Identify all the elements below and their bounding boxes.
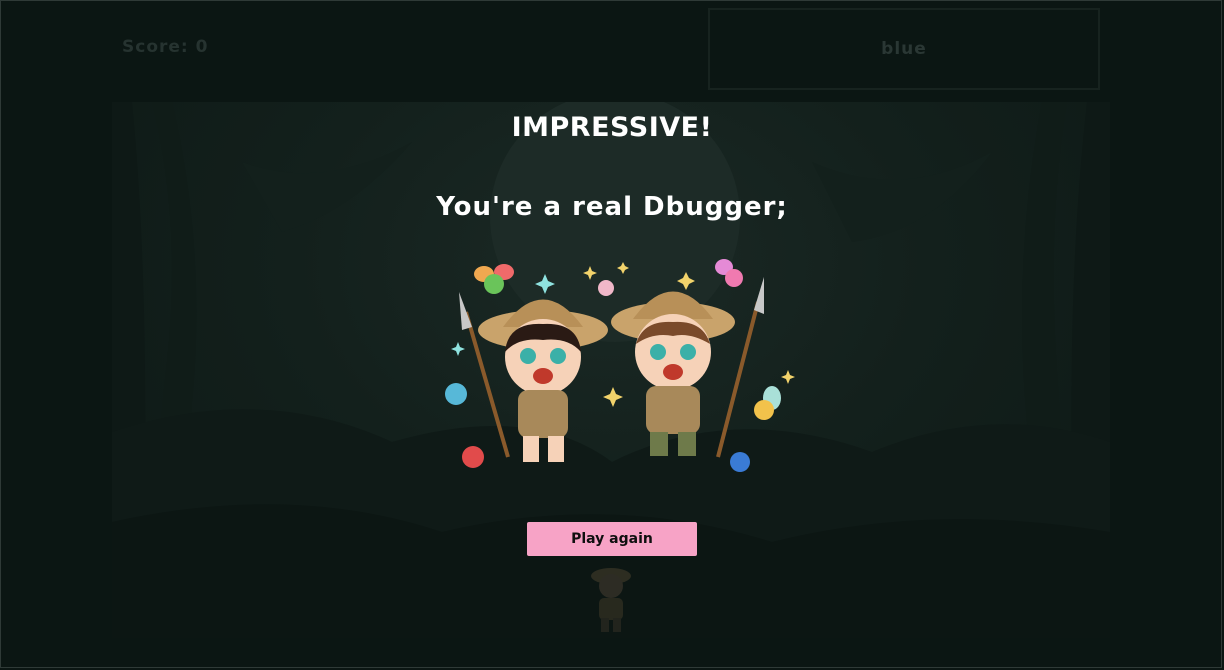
target-color-word: blue [881,39,927,59]
score-display: Score: 0 [122,37,209,57]
explorer-kids-illustration [445,259,795,472]
girl-explorer-icon [478,299,608,462]
boy-explorer-icon [611,291,735,456]
navy-bug-icon [730,452,750,472]
play-again-button[interactable]: Play again [527,522,697,556]
blue-bug-icon [445,383,467,405]
spear-icons [459,277,764,458]
yellow-bug-icon [754,386,781,420]
pink-bug-icon [598,280,614,296]
result-title: IMPRESSIVE! [511,112,713,143]
green-bug-icon [474,264,514,294]
target-color-panel: blue [708,8,1100,90]
player-explorer-icon [591,568,631,632]
bug-icons [445,259,781,472]
magenta-bug-icon [715,259,743,287]
red-bug-icon [462,446,484,468]
result-message: You're a real Dbugger; [436,192,788,222]
